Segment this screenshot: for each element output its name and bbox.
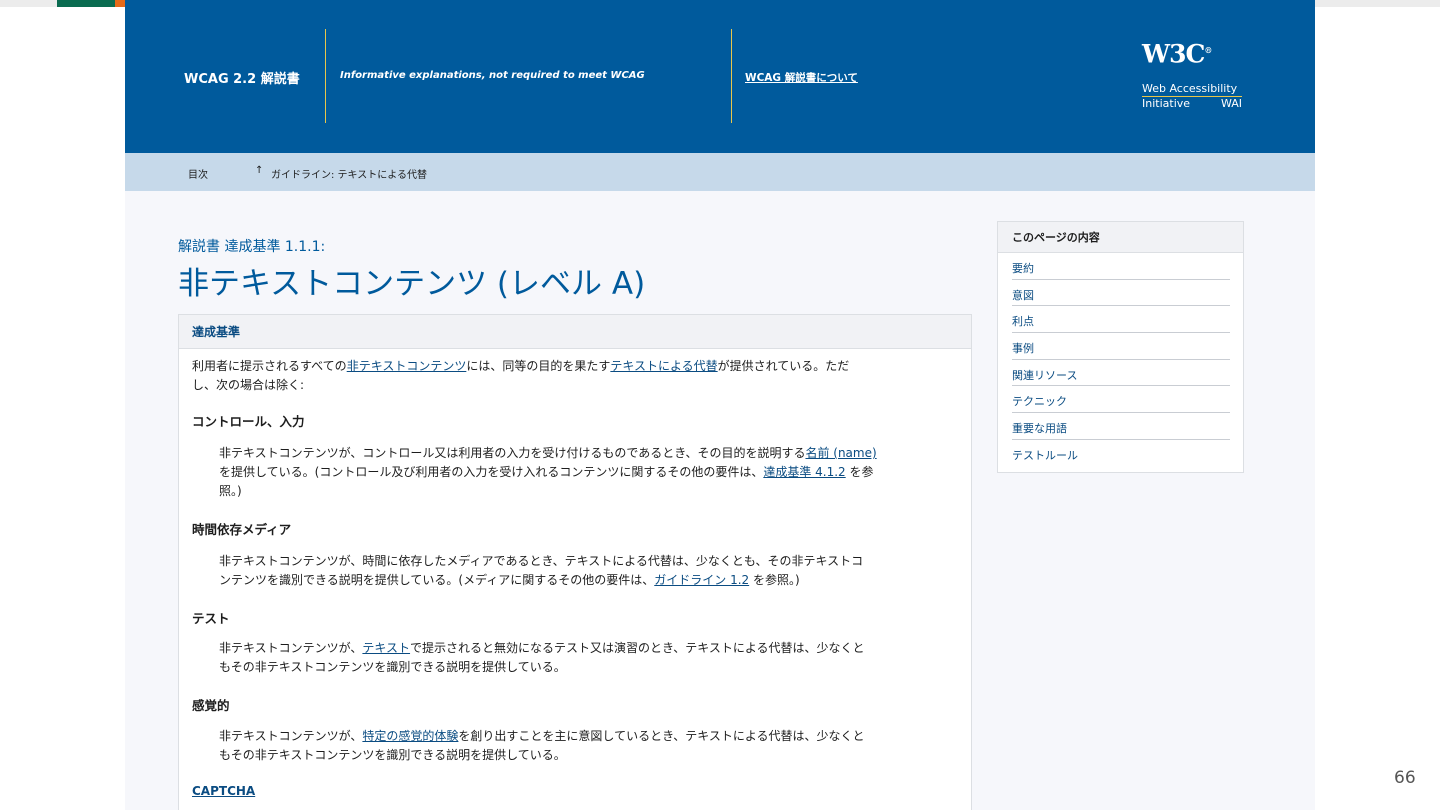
page-contents-sidebar: このページの内容 要約 意図 利点 事例 関連リソース テクニック 重要な用語 … — [997, 221, 1244, 473]
non-text-content-link[interactable]: 非テキストコンテンツ — [347, 359, 467, 373]
accent-green — [57, 0, 115, 7]
section-text-sensory: 非テキストコンテンツが、特定の感覚的体験を創り出すことを主に意図しているとき、テ… — [219, 729, 865, 762]
about-link[interactable]: WCAG 解説書について — [745, 70, 858, 85]
sidebar-item-benefits[interactable]: 利点 — [1012, 306, 1230, 334]
sensory-experience-link[interactable]: 特定の感覚的体験 — [362, 729, 458, 743]
breadcrumb-guideline[interactable]: ガイドライン: テキストによる代替 — [271, 166, 427, 181]
name-link[interactable]: 名前 (name) — [805, 446, 876, 460]
captcha-link[interactable]: CAPTCHA — [192, 784, 255, 798]
page-number: 66 — [1394, 768, 1416, 788]
logo-line2: Initiative WAI — [1142, 97, 1242, 111]
sidebar-item-techniques[interactable]: テクニック — [1012, 386, 1230, 414]
sidebar-title: このページの内容 — [998, 222, 1243, 253]
doc-title[interactable]: WCAG 2.2 解説書 — [184, 68, 300, 87]
breadcrumb-toc[interactable]: 目次 — [188, 166, 208, 181]
text-link[interactable]: テキスト — [362, 641, 410, 655]
sidebar-item-intent[interactable]: 意図 — [1012, 280, 1230, 307]
sidebar-item-resources[interactable]: 関連リソース — [1012, 360, 1230, 387]
breadcrumb: 目次 ↑ ガイドライン: テキストによる代替 — [125, 153, 1315, 191]
sidebar-list: 要約 意図 利点 事例 関連リソース テクニック 重要な用語 テストルール — [998, 253, 1243, 466]
success-criterion-box: 達成基準 利用者に提示されるすべての非テキストコンテンツには、同等の目的を果たす… — [178, 314, 972, 810]
page: WCAG 2.2 解説書 Informative explanations, n… — [125, 0, 1315, 810]
accent-orange — [115, 0, 125, 7]
section-heading-media: 時間依存メディア — [192, 522, 292, 537]
intro-text: 利用者に提示されるすべての非テキストコンテンツには、同等の目的を果たすテキストに… — [192, 359, 850, 392]
site-header: WCAG 2.2 解説書 Informative explanations, n… — [125, 0, 1315, 153]
page-title: 非テキストコンテンツ (レベル A) — [178, 266, 646, 302]
page-pretitle: 解説書 達成基準 1.1.1: — [178, 239, 326, 255]
w3c-logo-text: W3C® — [1142, 39, 1212, 69]
section-heading-controls: コントロール、入力 — [192, 414, 305, 429]
up-arrow-icon: ↑ — [255, 165, 264, 176]
w3c-wai-logo[interactable]: W3C® Web Accessibility Initiative WAI — [1142, 36, 1242, 110]
section-text-media: 非テキストコンテンツが、時間に依存したメディアであるとき、テキストによる代替は、… — [219, 554, 864, 587]
sidebar-item-examples[interactable]: 事例 — [1012, 333, 1230, 360]
sidebar-item-summary[interactable]: 要約 — [1012, 253, 1230, 280]
header-divider — [325, 29, 326, 123]
logo-line1: Web Accessibility — [1142, 82, 1242, 98]
section-text-controls: 非テキストコンテンツが、コントロール又は利用者の入力を受け付けるものであるとき、… — [219, 446, 877, 498]
section-heading-sensory: 感覚的 — [192, 698, 230, 713]
box-header: 達成基準 — [179, 315, 971, 349]
sidebar-item-key-terms[interactable]: 重要な用語 — [1012, 413, 1230, 440]
section-text-test: 非テキストコンテンツが、テキストで提示されると無効になるテスト又は演習のとき、テ… — [219, 641, 865, 674]
header-divider — [731, 29, 732, 123]
sidebar-item-test-rules[interactable]: テストルール — [1012, 440, 1230, 466]
text-alternative-link[interactable]: テキストによる代替 — [610, 359, 717, 373]
guideline-12-link[interactable]: ガイドライン 1.2 — [654, 573, 749, 587]
tagline: Informative explanations, not required t… — [340, 70, 645, 81]
section-heading-test: テスト — [192, 611, 230, 626]
sc-412-link[interactable]: 達成基準 4.1.2 — [763, 465, 845, 479]
